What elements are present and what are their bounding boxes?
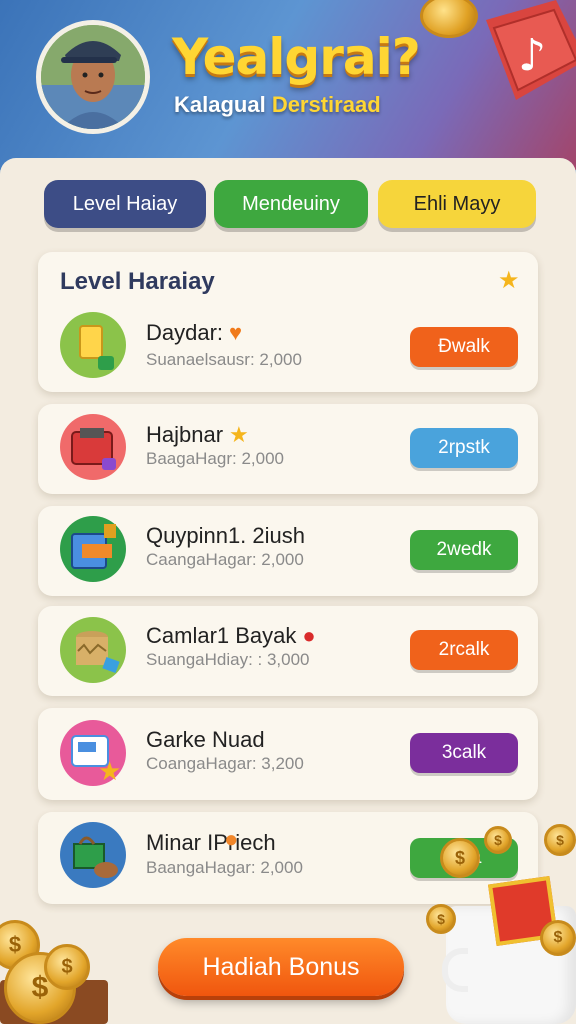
item-action-button[interactable]: 2rcalk xyxy=(410,630,518,670)
cup-icon xyxy=(60,312,126,378)
item-sub: SuangaHdiay: : 3,000 xyxy=(146,650,310,669)
item-name: Hajbnar ★ xyxy=(146,422,249,448)
item-name: Minar IPriech xyxy=(146,830,276,856)
tab-mendeuiny[interactable]: Mendeuiny xyxy=(214,180,368,228)
avatar[interactable] xyxy=(36,20,150,134)
card-icon: ★ xyxy=(60,720,126,787)
item-sub: CaangaHagar: 2,000 xyxy=(146,550,304,569)
item-sub: Suanaelsausr: 2,000 xyxy=(146,350,302,369)
item-name: Quypinn1. 2iush xyxy=(146,523,305,548)
item-sub: BaagaHagr: 2,000 xyxy=(146,449,284,468)
item-action-button[interactable]: 2wedk xyxy=(410,530,518,570)
person-portrait-icon xyxy=(41,25,145,129)
treasure-box-icon xyxy=(60,414,126,480)
svg-text:★: ★ xyxy=(98,757,121,786)
game-title: Yealgrai? xyxy=(172,28,421,86)
coin-icon: $ xyxy=(540,920,576,956)
item-name-text: Hajbnar xyxy=(146,422,224,447)
subtitle-highlight: Derstiraad xyxy=(271,92,381,117)
item-name-text: Daydar: xyxy=(146,320,224,345)
coin-icon: $ xyxy=(426,904,456,934)
item-sub: CoangaHagar: 3,200 xyxy=(146,754,304,773)
heart-icon: ♥ xyxy=(229,320,243,345)
item-name-text: Camlar1 Bayak xyxy=(146,623,297,648)
header: ♪ Yealgrai? Kalagual Derstiraad xyxy=(0,0,576,170)
item-sub: BaangaHagar: 2,000 xyxy=(146,858,303,877)
coin-icon: $ xyxy=(484,826,512,854)
flame-icon: ● xyxy=(224,826,239,853)
item-name-text: Minar IPriech xyxy=(146,830,276,855)
bonus-button[interactable]: Hadiah Bonus xyxy=(158,938,404,996)
tab-ehli[interactable]: Ehli Mayy xyxy=(378,180,536,228)
cabinet-icon xyxy=(60,516,126,582)
item-name: Daydar: ♥ xyxy=(146,320,242,346)
tab-level[interactable]: Level Haiay xyxy=(44,180,206,228)
tab-bar: Level Haiay Mendeuiny Ehli Mayy xyxy=(44,180,536,228)
barrel-icon xyxy=(60,617,126,683)
item-name: Garke Nuad xyxy=(146,727,265,752)
star-icon: ★ xyxy=(498,267,520,294)
svg-text:♪: ♪ xyxy=(518,30,546,81)
coin-icon xyxy=(420,0,478,38)
item-action-button[interactable]: Đwalk xyxy=(410,327,518,367)
apple-icon: ● xyxy=(302,623,316,648)
music-tag-icon: ♪ xyxy=(486,0,576,100)
item-action-button[interactable]: 3calk xyxy=(410,733,518,773)
coin-icon: $ xyxy=(44,944,90,990)
game-subtitle: Kalagual Derstiraad xyxy=(174,92,381,118)
bag-icon xyxy=(60,822,126,888)
subtitle-main: Kalagual xyxy=(174,92,272,117)
coin-icon: $ xyxy=(440,838,480,878)
item-action-button[interactable]: 2rpstk xyxy=(410,428,518,468)
star-icon: ★ xyxy=(229,422,249,447)
item-name: Camlar1 Bayak ● xyxy=(146,623,316,649)
coin-icon: $ xyxy=(544,824,576,856)
section-title: Level Haraiay xyxy=(60,268,215,295)
